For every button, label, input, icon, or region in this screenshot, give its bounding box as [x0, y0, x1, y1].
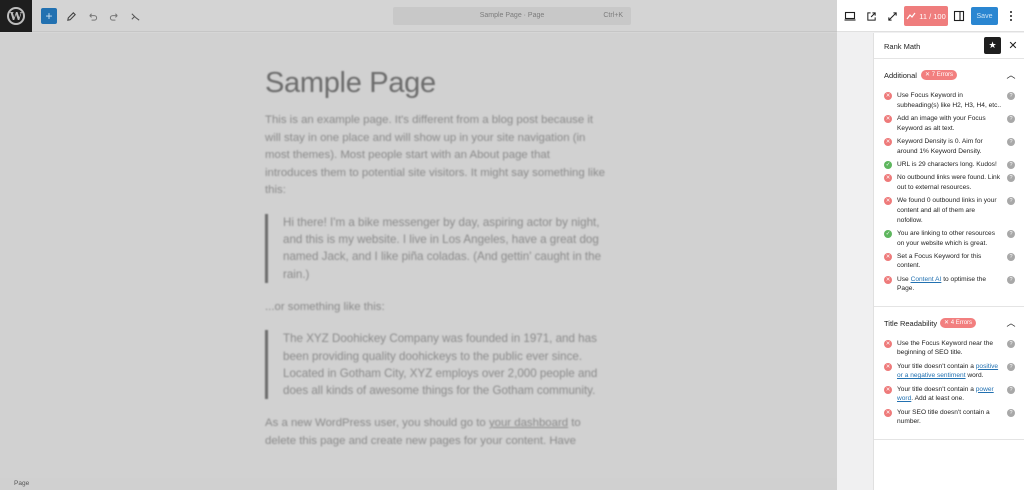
list-item: ✕ Your SEO title doesn't contain a number… — [874, 408, 1024, 427]
section-additional: Additional ✕ 7 Errors ︿ ✕ Use Focus Keywo… — [874, 59, 1024, 307]
block-editor: W + Sample Page · Page Ctrl+K Sample Pag… — [0, 0, 837, 490]
list-item: ✕ Use the Focus Keyword near the beginnin… — [874, 339, 1024, 358]
quote-1-text: Hi there! I'm a bike messenger by day, a… — [283, 215, 602, 281]
list-item: ✕ Set a Focus Keyword for this content.? — [874, 252, 1024, 271]
section-label: Additional — [884, 71, 917, 80]
undo-icon[interactable] — [84, 8, 100, 24]
x-circle-icon: ✕ — [884, 275, 892, 284]
quote-block-1[interactable]: Hi there! I'm a bike messenger by day, a… — [265, 213, 605, 283]
page-content: Sample Page This is an example page. It'… — [265, 67, 605, 450]
section-additional-toggle[interactable]: Additional ✕ 7 Errors ︿ — [874, 59, 1024, 91]
error-count-badge: ✕ 7 Errors — [921, 70, 958, 80]
help-icon[interactable]: ? — [1007, 197, 1015, 206]
external-link-icon[interactable] — [863, 8, 879, 24]
desktop-icon[interactable] — [842, 8, 858, 24]
sidebar-title: Rank Math — [884, 42, 921, 51]
dashboard-link[interactable]: your dashboard — [489, 417, 568, 429]
command-shortcut: Ctrl+K — [603, 12, 623, 19]
list-item: ✕ We found 0 outbound links in your conte… — [874, 196, 1024, 225]
help-icon[interactable]: ? — [1007, 275, 1015, 284]
help-icon[interactable]: ? — [1007, 229, 1015, 238]
x-circle-icon: ✕ — [884, 174, 892, 183]
between-paragraph[interactable]: ...or something like this: — [265, 299, 605, 317]
help-icon[interactable]: ? — [1007, 362, 1015, 371]
list-item: ✕ Your title doesn't contain a positive o… — [874, 362, 1024, 381]
plus-icon[interactable]: + — [41, 8, 57, 24]
editor-canvas: Sample Page This is an example page. It'… — [0, 33, 837, 478]
seo-score-value: 11 / 100 — [919, 11, 946, 21]
x-circle-icon: ✕ — [884, 252, 892, 261]
check-list: ✕ Use the Focus Keyword near the beginnin… — [874, 339, 1024, 439]
seo-score-button[interactable]: 11 / 100 — [904, 6, 948, 26]
list-item: ✕ No outbound links were found. Link out … — [874, 173, 1024, 192]
outro-paragraph[interactable]: As a new WordPress user, you should go t… — [265, 415, 605, 450]
document-title: Sample Page · Page — [479, 12, 545, 19]
sidebar-header: Rank Math ★ ✕ — [874, 33, 1024, 59]
sidebar-icon[interactable] — [951, 8, 967, 24]
section-title-readability: Title Readability ✕ 4 Errors ︿ ✕ Use the … — [874, 307, 1024, 440]
save-button[interactable]: Save — [971, 7, 998, 25]
help-icon[interactable]: ? — [1007, 137, 1015, 146]
outro-text-a: As a new WordPress user, you should go t… — [265, 417, 489, 430]
star-icon[interactable]: ★ — [984, 37, 1001, 54]
help-icon[interactable]: ? — [1007, 252, 1015, 261]
x-circle-icon: ✕ — [884, 385, 892, 394]
page-title[interactable]: Sample Page — [265, 67, 605, 100]
list-view-icon[interactable] — [127, 8, 143, 24]
x-circle-icon: ✕ — [884, 137, 892, 146]
list-item: ✕ Use Content AI to optimise the Page.? — [874, 275, 1024, 294]
x-circle-icon: ✕ — [884, 408, 892, 417]
x-circle-icon: ✕ — [884, 92, 892, 100]
close-icon[interactable]: ✕ — [1005, 37, 1021, 54]
intro-paragraph[interactable]: This is an example page. It's different … — [265, 112, 605, 200]
editor-toolbar: W + Sample Page · Page Ctrl+K — [0, 0, 837, 32]
help-icon[interactable]: ? — [1007, 408, 1015, 417]
list-item: ✕ Use Focus Keyword in subheading(s) like… — [874, 91, 1024, 110]
help-icon[interactable]: ? — [1007, 385, 1015, 394]
chevron-up-icon[interactable]: ︿ — [1005, 68, 1017, 81]
redo-icon[interactable] — [106, 8, 122, 24]
check-circle-icon: ✓ — [884, 229, 892, 238]
section-title-readability-toggle[interactable]: Title Readability ✕ 4 Errors ︿ — [874, 307, 1024, 339]
chevron-up-icon[interactable]: ︿ — [1005, 316, 1017, 329]
x-circle-icon: ✕ — [884, 362, 892, 371]
list-item: ✕ Keyword Density is 0. Aim for around 1%… — [874, 137, 1024, 156]
fullscreen-icon[interactable] — [884, 8, 900, 24]
quote-2-text: The XYZ Doohickey Company was founded in… — [283, 332, 598, 397]
list-item: ✕ Add an image with your Focus Keyword as… — [874, 114, 1024, 133]
document-title-bar[interactable]: Sample Page · Page Ctrl+K — [393, 7, 631, 25]
check-circle-icon: ✓ — [884, 160, 892, 169]
list-item: ✓ You are linking to other resources on y… — [874, 229, 1024, 248]
rank-math-sidebar: Rank Math ★ ✕ Additional ✕ 7 Errors ︿ ✕ U… — [873, 33, 1024, 490]
help-icon[interactable]: ? — [1007, 174, 1015, 183]
help-icon[interactable]: ? — [1007, 114, 1015, 123]
content-ai-link[interactable]: Content AI — [911, 276, 942, 283]
help-icon[interactable]: ? — [1007, 339, 1015, 348]
quote-block-2[interactable]: The XYZ Doohickey Company was founded in… — [265, 330, 605, 400]
error-count-badge: ✕ 4 Errors — [940, 317, 977, 328]
list-item: ✕ Your title doesn't contain a power word… — [874, 385, 1024, 404]
check-list: ✕ Use Focus Keyword in subheading(s) like… — [874, 91, 1024, 306]
x-circle-icon: ✕ — [884, 197, 892, 206]
x-circle-icon: ✕ — [884, 339, 892, 348]
x-circle-icon: ✕ — [884, 114, 892, 123]
block-breadcrumb[interactable]: Page — [0, 478, 837, 490]
more-vertical-icon[interactable] — [1003, 8, 1019, 24]
pencil-icon[interactable] — [63, 8, 79, 24]
list-item: ✓ URL is 29 characters long. Kudos!? — [874, 160, 1024, 170]
wordpress-logo-icon[interactable]: W — [0, 0, 32, 32]
help-icon[interactable]: ? — [1007, 160, 1015, 169]
score-trend-icon — [906, 12, 916, 20]
help-icon[interactable]: ? — [1007, 92, 1015, 100]
section-label: Title Readability — [884, 318, 938, 328]
